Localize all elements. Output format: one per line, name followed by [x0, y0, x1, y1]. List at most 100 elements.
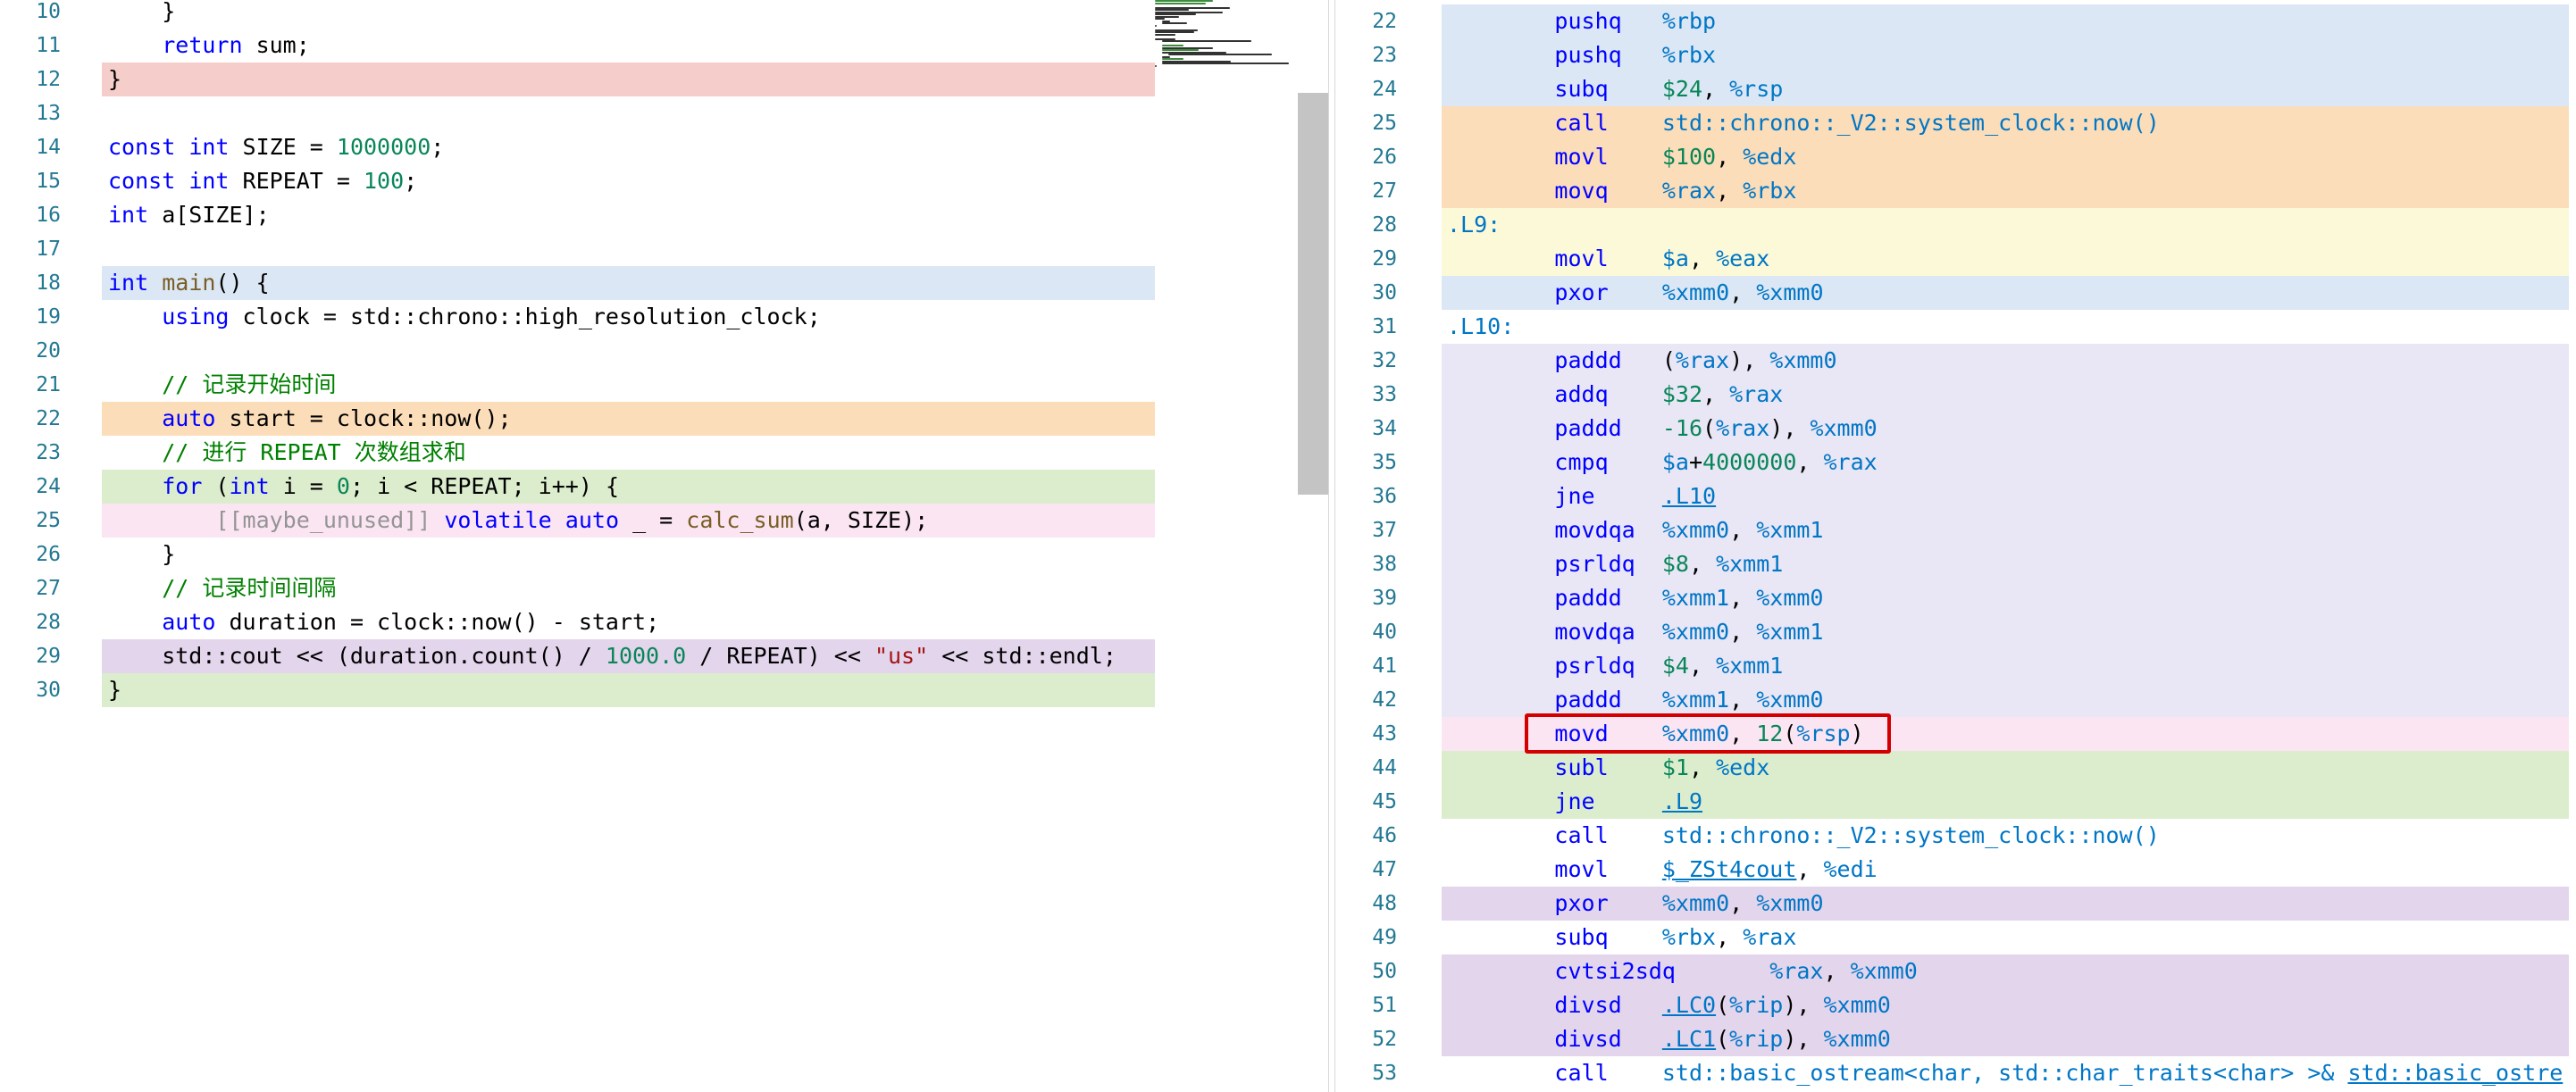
- asm-line[interactable]: 49 subq %rbx, %rax: [1335, 921, 2576, 954]
- asm-line[interactable]: 32 paddd (%rax), %xmm0: [1335, 344, 2576, 378]
- line-number[interactable]: 35: [1335, 446, 1397, 479]
- line-number[interactable]: 27: [1335, 174, 1397, 208]
- line-number[interactable]: 44: [1335, 751, 1397, 785]
- line-number[interactable]: 16: [0, 198, 61, 232]
- asm-line[interactable]: 47 movl $_ZSt4cout, %edi: [1335, 853, 2576, 887]
- asm-symbol-link[interactable]: $_ZSt4cout: [1662, 856, 1797, 882]
- line-number[interactable]: 30: [0, 673, 61, 707]
- line-number[interactable]: 24: [0, 470, 61, 504]
- line-number[interactable]: 52: [1335, 1022, 1397, 1056]
- source-line[interactable]: 30}: [0, 673, 1155, 707]
- line-number[interactable]: 12: [0, 63, 61, 96]
- source-line[interactable]: 21 // 记录开始时间: [0, 368, 1155, 402]
- source-line[interactable]: 14const int SIZE = 1000000;: [0, 130, 1155, 164]
- asm-line[interactable]: 36 jne .L10: [1335, 479, 2576, 513]
- line-number[interactable]: 47: [1335, 853, 1397, 887]
- asm-line[interactable]: 44 subl $1, %edx: [1335, 751, 2576, 785]
- line-number[interactable]: 53: [1335, 1056, 1397, 1090]
- source-scrollbar[interactable]: [1298, 0, 1328, 1092]
- line-number[interactable]: 36: [1335, 479, 1397, 513]
- line-number[interactable]: 40: [1335, 615, 1397, 649]
- line-number[interactable]: 29: [0, 639, 61, 673]
- asm-line[interactable]: 51 divsd .LC0(%rip), %xmm0: [1335, 988, 2576, 1022]
- line-number[interactable]: 22: [0, 402, 61, 436]
- line-number[interactable]: 23: [0, 436, 61, 470]
- asm-line[interactable]: 38 psrldq $8, %xmm1: [1335, 547, 2576, 581]
- asm-line[interactable]: 26 movl $100, %edx: [1335, 140, 2576, 174]
- line-number[interactable]: 43: [1335, 717, 1397, 751]
- source-line[interactable]: 20: [0, 334, 1155, 368]
- line-number[interactable]: 20: [0, 334, 61, 368]
- asm-line[interactable]: 41 psrldq $4, %xmm1: [1335, 649, 2576, 683]
- source-line[interactable]: 29 std::cout << (duration.count() / 1000…: [0, 639, 1155, 673]
- line-number[interactable]: 31: [1335, 310, 1397, 344]
- line-number[interactable]: 28: [1335, 208, 1397, 242]
- source-line[interactable]: 18int main() {: [0, 266, 1155, 300]
- asm-line[interactable]: 39 paddd %xmm1, %xmm0: [1335, 581, 2576, 615]
- asm-line[interactable]: 31.L10:: [1335, 310, 2576, 344]
- source-line[interactable]: 13: [0, 96, 1155, 130]
- line-number[interactable]: 23: [1335, 38, 1397, 72]
- line-number[interactable]: 42: [1335, 683, 1397, 717]
- asm-symbol-link[interactable]: .L10: [1662, 483, 1716, 509]
- line-number[interactable]: 48: [1335, 887, 1397, 921]
- line-number[interactable]: 19: [0, 300, 61, 334]
- source-line[interactable]: 16int a[SIZE];: [0, 198, 1155, 232]
- asm-line[interactable]: 40 movdqa %xmm0, %xmm1: [1335, 615, 2576, 649]
- line-number[interactable]: 30: [1335, 276, 1397, 310]
- source-editor[interactable]: 10 }11 return sum;12}1314const int SIZE …: [0, 0, 1328, 1092]
- line-number[interactable]: 49: [1335, 921, 1397, 954]
- asm-line[interactable]: 37 movdqa %xmm0, %xmm1: [1335, 513, 2576, 547]
- source-scrollbar-thumb[interactable]: [1298, 93, 1328, 495]
- source-line[interactable]: 11 return sum;: [0, 29, 1155, 63]
- line-number[interactable]: 51: [1335, 988, 1397, 1022]
- line-number[interactable]: 25: [1335, 106, 1397, 140]
- assembly-output[interactable]: 22 pushq %rbp23 pushq %rbx24 subq $24, %…: [1335, 0, 2576, 1092]
- line-number[interactable]: 27: [0, 571, 61, 605]
- line-number[interactable]: 37: [1335, 513, 1397, 547]
- line-number[interactable]: 26: [0, 538, 61, 571]
- line-number[interactable]: 34: [1335, 412, 1397, 446]
- asm-line[interactable]: 28.L9:: [1335, 208, 2576, 242]
- source-line[interactable]: 27 // 记录时间间隔: [0, 571, 1155, 605]
- line-number[interactable]: 26: [1335, 140, 1397, 174]
- source-line[interactable]: 28 auto duration = clock::now() - start;: [0, 605, 1155, 639]
- line-number[interactable]: 29: [1335, 242, 1397, 276]
- line-number[interactable]: 25: [0, 504, 61, 538]
- line-number[interactable]: 17: [0, 232, 61, 266]
- line-number[interactable]: 32: [1335, 344, 1397, 378]
- editor-minimap[interactable]: [1155, 0, 1298, 1092]
- line-number[interactable]: 45: [1335, 785, 1397, 819]
- asm-line[interactable]: 42 paddd %xmm1, %xmm0: [1335, 683, 2576, 717]
- line-number[interactable]: 41: [1335, 649, 1397, 683]
- line-number[interactable]: 24: [1335, 72, 1397, 106]
- line-number[interactable]: 21: [0, 368, 61, 402]
- asm-symbol-link[interactable]: .LC1: [1662, 1026, 1716, 1052]
- line-number[interactable]: 10: [0, 0, 61, 29]
- line-number[interactable]: 33: [1335, 378, 1397, 412]
- line-number[interactable]: 38: [1335, 547, 1397, 581]
- asm-line[interactable]: 35 cmpq $a+4000000, %rax: [1335, 446, 2576, 479]
- asm-symbol-link[interactable]: .LC0: [1662, 992, 1716, 1018]
- source-line[interactable]: 10 }: [0, 0, 1155, 29]
- line-number[interactable]: 15: [0, 164, 61, 198]
- source-line[interactable]: 24 for (int i = 0; i < REPEAT; i++) {: [0, 470, 1155, 504]
- asm-line[interactable]: 22 pushq %rbp: [1335, 4, 2576, 38]
- asm-line[interactable]: 53 call std::basic_ostream<char, std::ch…: [1335, 1056, 2576, 1090]
- asm-line[interactable]: 45 jne .L9: [1335, 785, 2576, 819]
- asm-line[interactable]: 27 movq %rax, %rbx: [1335, 174, 2576, 208]
- source-line[interactable]: 12}: [0, 63, 1155, 96]
- source-line[interactable]: 26 }: [0, 538, 1155, 571]
- line-number[interactable]: 14: [0, 130, 61, 164]
- source-line[interactable]: 22 auto start = clock::now();: [0, 402, 1155, 436]
- pane-splitter[interactable]: [1328, 0, 1335, 1092]
- asm-line[interactable]: 46 call std::chrono::_V2::system_clock::…: [1335, 819, 2576, 853]
- asm-line[interactable]: 50 cvtsi2sdq %rax, %xmm0: [1335, 954, 2576, 988]
- line-number[interactable]: 39: [1335, 581, 1397, 615]
- line-number[interactable]: 13: [0, 96, 61, 130]
- asm-line[interactable]: 30 pxor %xmm0, %xmm0: [1335, 276, 2576, 310]
- asm-line[interactable]: 24 subq $24, %rsp: [1335, 72, 2576, 106]
- asm-line[interactable]: 23 pushq %rbx: [1335, 38, 2576, 72]
- asm-symbol-link[interactable]: std::basic_ostre: [2347, 1060, 2563, 1086]
- source-line[interactable]: 17: [0, 232, 1155, 266]
